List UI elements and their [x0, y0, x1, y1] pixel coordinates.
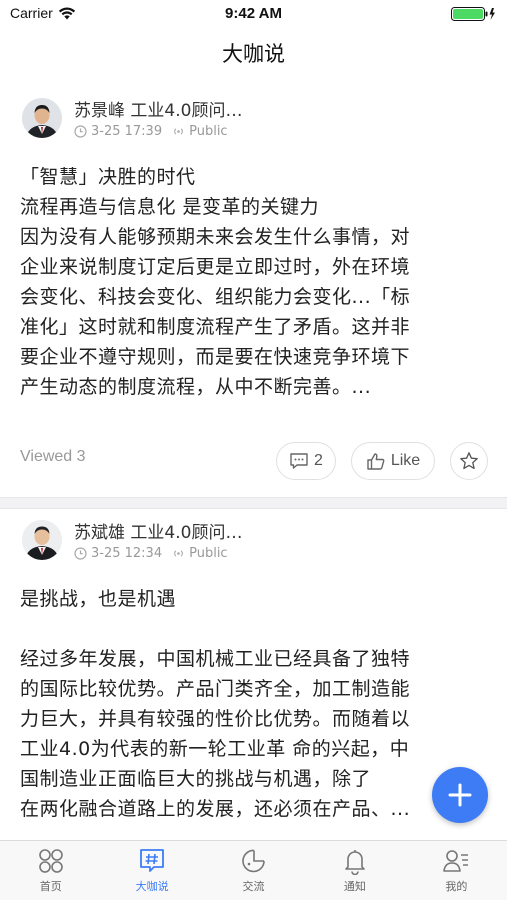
page-title: 大咖说 — [222, 42, 285, 66]
favorite-button[interactable] — [450, 442, 488, 480]
post-time: 3-25 17:39 — [91, 124, 163, 139]
post-line: 流程再造与信息化 是变革的关键力 — [20, 196, 320, 218]
post-visibility: Public — [189, 546, 228, 561]
like-label: Like — [390, 452, 421, 469]
tab-notifications[interactable]: 通知 — [304, 841, 405, 900]
tab-label: 首页 — [39, 880, 62, 893]
post-line: 在两化融合道路上的发展，还必须在产品、... — [20, 798, 411, 820]
tab-exchange[interactable]: 交流 — [203, 841, 304, 900]
bell-icon — [345, 850, 365, 875]
chat-bubble-icon — [241, 849, 265, 873]
status-time: 9:42 AM — [225, 5, 282, 22]
broadcast-icon — [174, 128, 183, 135]
tab-home[interactable]: 首页 — [0, 841, 101, 900]
clock-icon — [74, 547, 87, 560]
profile-icon — [443, 850, 469, 872]
tab-label: 大咖说 — [135, 880, 169, 893]
post-line: 要企业不遵守规则，而是要在快速竞争环境下 — [20, 346, 411, 368]
post-line: 产生动态的制度流程，从中不断完善。... — [20, 376, 372, 398]
post-line: 会变化、科技会变化、组织能力会变化...「标 — [20, 286, 411, 308]
tab-experts[interactable]: 大咖说 — [101, 841, 202, 900]
battery-icon — [451, 6, 497, 22]
post-visibility: Public — [189, 124, 228, 139]
star-icon — [460, 452, 478, 470]
post-meta: 3-25 12:34 Public — [74, 546, 228, 561]
comment-icon — [290, 453, 308, 469]
post-line: 准化」这时就和制度流程产生了矛盾。这并非 — [20, 316, 411, 338]
broadcast-icon — [174, 550, 183, 557]
tab-label: 通知 — [343, 880, 366, 893]
post-line: 国制造业正面临巨大的挑战与机遇，除了 — [20, 768, 372, 790]
post-actions: Viewed 3 2 Like — [0, 442, 507, 480]
plus-icon — [448, 783, 472, 807]
post-author[interactable]: 苏景峰 工业4.0顾问… — [74, 96, 242, 121]
post-meta: 3-25 17:39 Public — [74, 124, 228, 139]
status-bar: Carrier 9:42 AM — [0, 0, 507, 28]
tab-profile[interactable]: 我的 — [406, 841, 507, 900]
tab-label: 交流 — [242, 880, 265, 893]
post-line: 是挑战，也是机遇 — [20, 588, 177, 610]
post-time: 3-25 12:34 — [91, 546, 163, 561]
view-count: Viewed 3 — [20, 448, 86, 465]
post-body[interactable]: 是挑战，也是机遇 经过多年发展，中国机械工业已经具备了独特 的国际比较优势。产品… — [20, 584, 490, 824]
post-line — [20, 614, 490, 644]
thumbs-up-icon — [367, 452, 385, 470]
post-line: 工业4.0为代表的新一轮工业革 命的兴起，中 — [20, 738, 410, 760]
tab-label: 我的 — [445, 880, 468, 893]
post-line: 经过多年发展，中国机械工业已经具备了独特 — [20, 648, 411, 670]
post-line: 力巨大，并具有较强的性价比优势。而随着以 — [20, 708, 411, 730]
tab-bar: 首页 大咖说 交流 通知 我的 — [0, 840, 507, 900]
post-line: 企业来说制度订定后更是立即过时，外在环境 — [20, 256, 411, 278]
post-line: 的国际比较优势。产品门类齐全，加工制造能 — [20, 678, 411, 700]
compose-button[interactable] — [432, 767, 488, 823]
grid-icon — [38, 849, 63, 873]
post-line: 因为没有人能够预期未来会发生什么事情，对 — [20, 226, 411, 248]
like-button[interactable]: Like — [351, 442, 435, 480]
avatar[interactable] — [22, 520, 62, 560]
clock-icon — [74, 125, 87, 138]
post-author[interactable]: 苏斌雄 工业4.0顾问… — [74, 518, 242, 543]
comment-button[interactable]: 2 — [276, 442, 336, 480]
avatar[interactable] — [22, 98, 62, 138]
hashtag-chat-icon — [140, 849, 165, 872]
post-line: 「智慧」决胜的时代 — [20, 166, 196, 188]
section-divider — [0, 497, 507, 509]
comment-count: 2 — [314, 452, 323, 469]
post-body[interactable]: 「智慧」决胜的时代 流程再造与信息化 是变革的关键力 因为没有人能够预期未来会发… — [20, 162, 490, 402]
